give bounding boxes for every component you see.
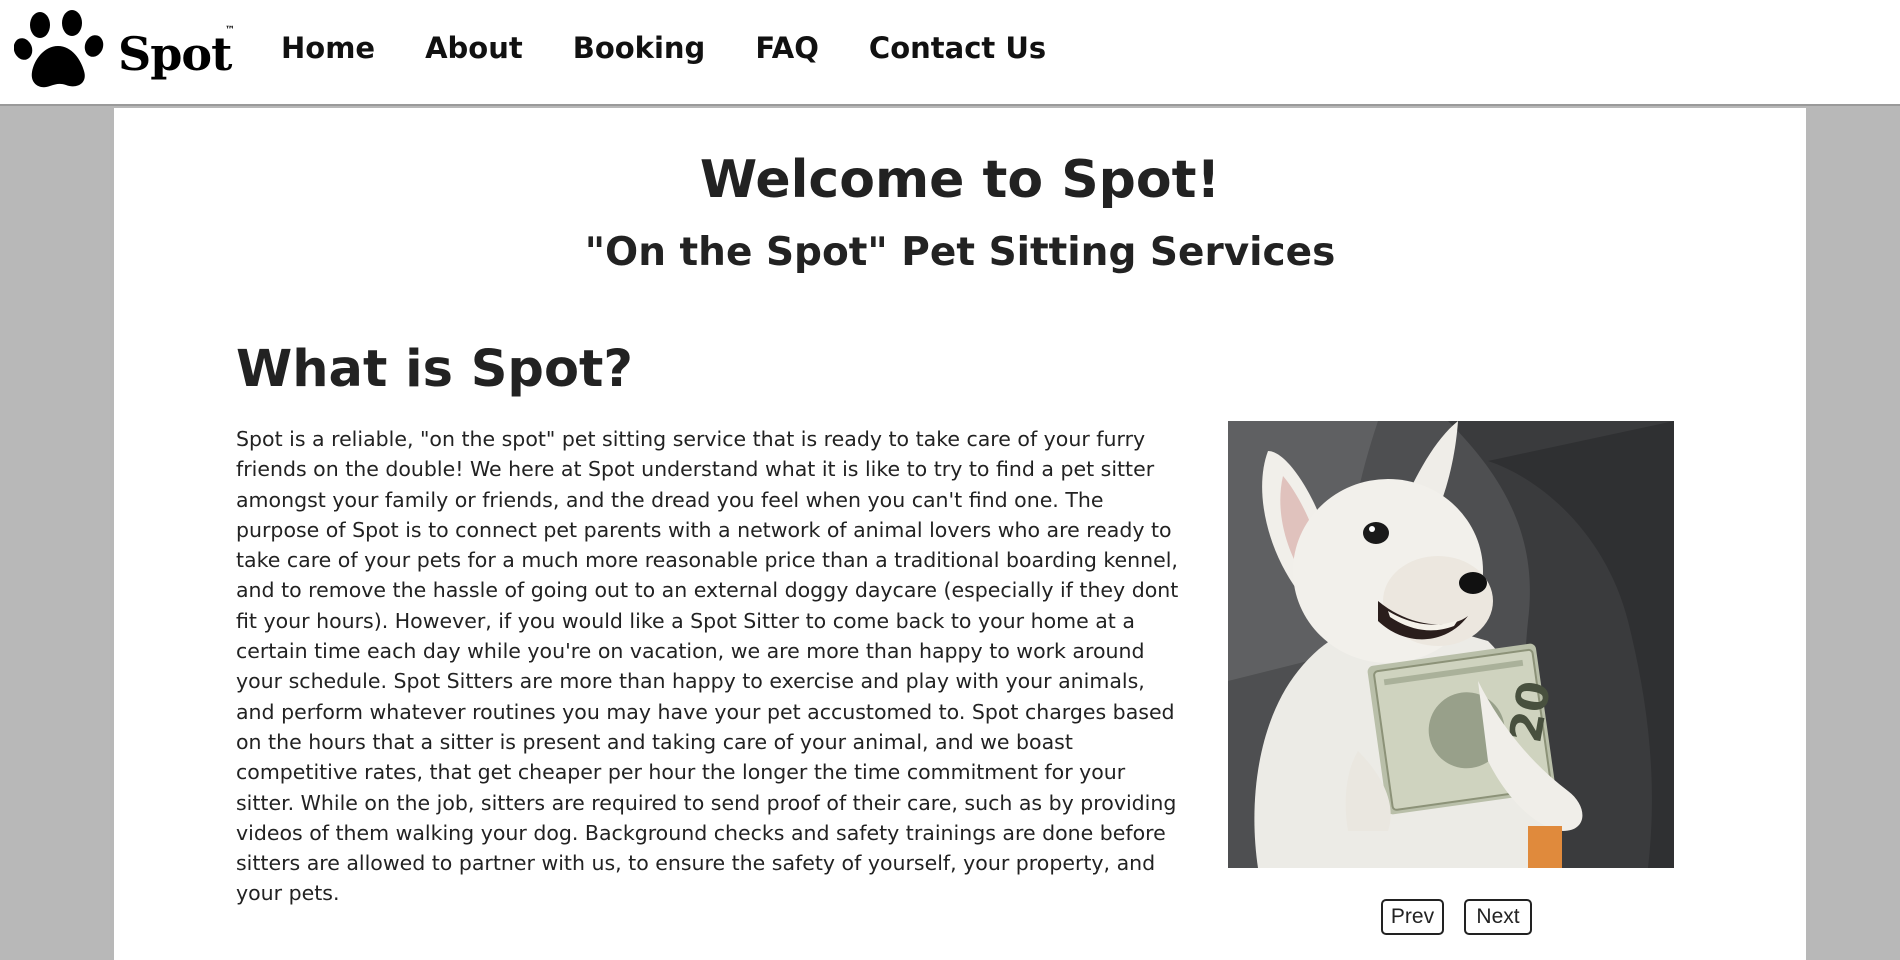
spot-logo[interactable]: Spot ™: [14, 10, 244, 92]
nav-faq-link[interactable]: FAQ: [755, 31, 819, 65]
section-heading: What is Spot?: [236, 340, 633, 399]
trademark-mark: ™: [225, 25, 235, 36]
nav-booking-link[interactable]: Booking: [573, 31, 706, 65]
page-title: Welcome to Spot!: [699, 150, 1221, 210]
carousel-photo: 20: [1228, 421, 1674, 868]
carousel-next-button[interactable]: Next: [1464, 899, 1532, 935]
nav-contact-link[interactable]: Contact Us: [869, 31, 1046, 65]
main-nav: Home About Booking FAQ Contact Us: [281, 31, 1096, 65]
page-subtitle: "On the Spot" Pet Sitting Services: [584, 230, 1336, 275]
dog-with-money-image: 20: [1228, 421, 1674, 868]
main-content-panel: Welcome to Spot! "On the Spot" Pet Sitti…: [114, 108, 1806, 960]
nav-home-link[interactable]: Home: [281, 31, 375, 65]
brand-name: Spot: [118, 27, 232, 81]
nav-about-link[interactable]: About: [425, 31, 523, 65]
top-navbar: Spot ™ Home About Booking FAQ Contact Us: [0, 0, 1900, 106]
about-paragraph: Spot is a reliable, "on the spot" pet si…: [236, 427, 1179, 906]
paw-print-icon: [14, 10, 104, 88]
carousel-prev-button[interactable]: Prev: [1381, 899, 1444, 935]
